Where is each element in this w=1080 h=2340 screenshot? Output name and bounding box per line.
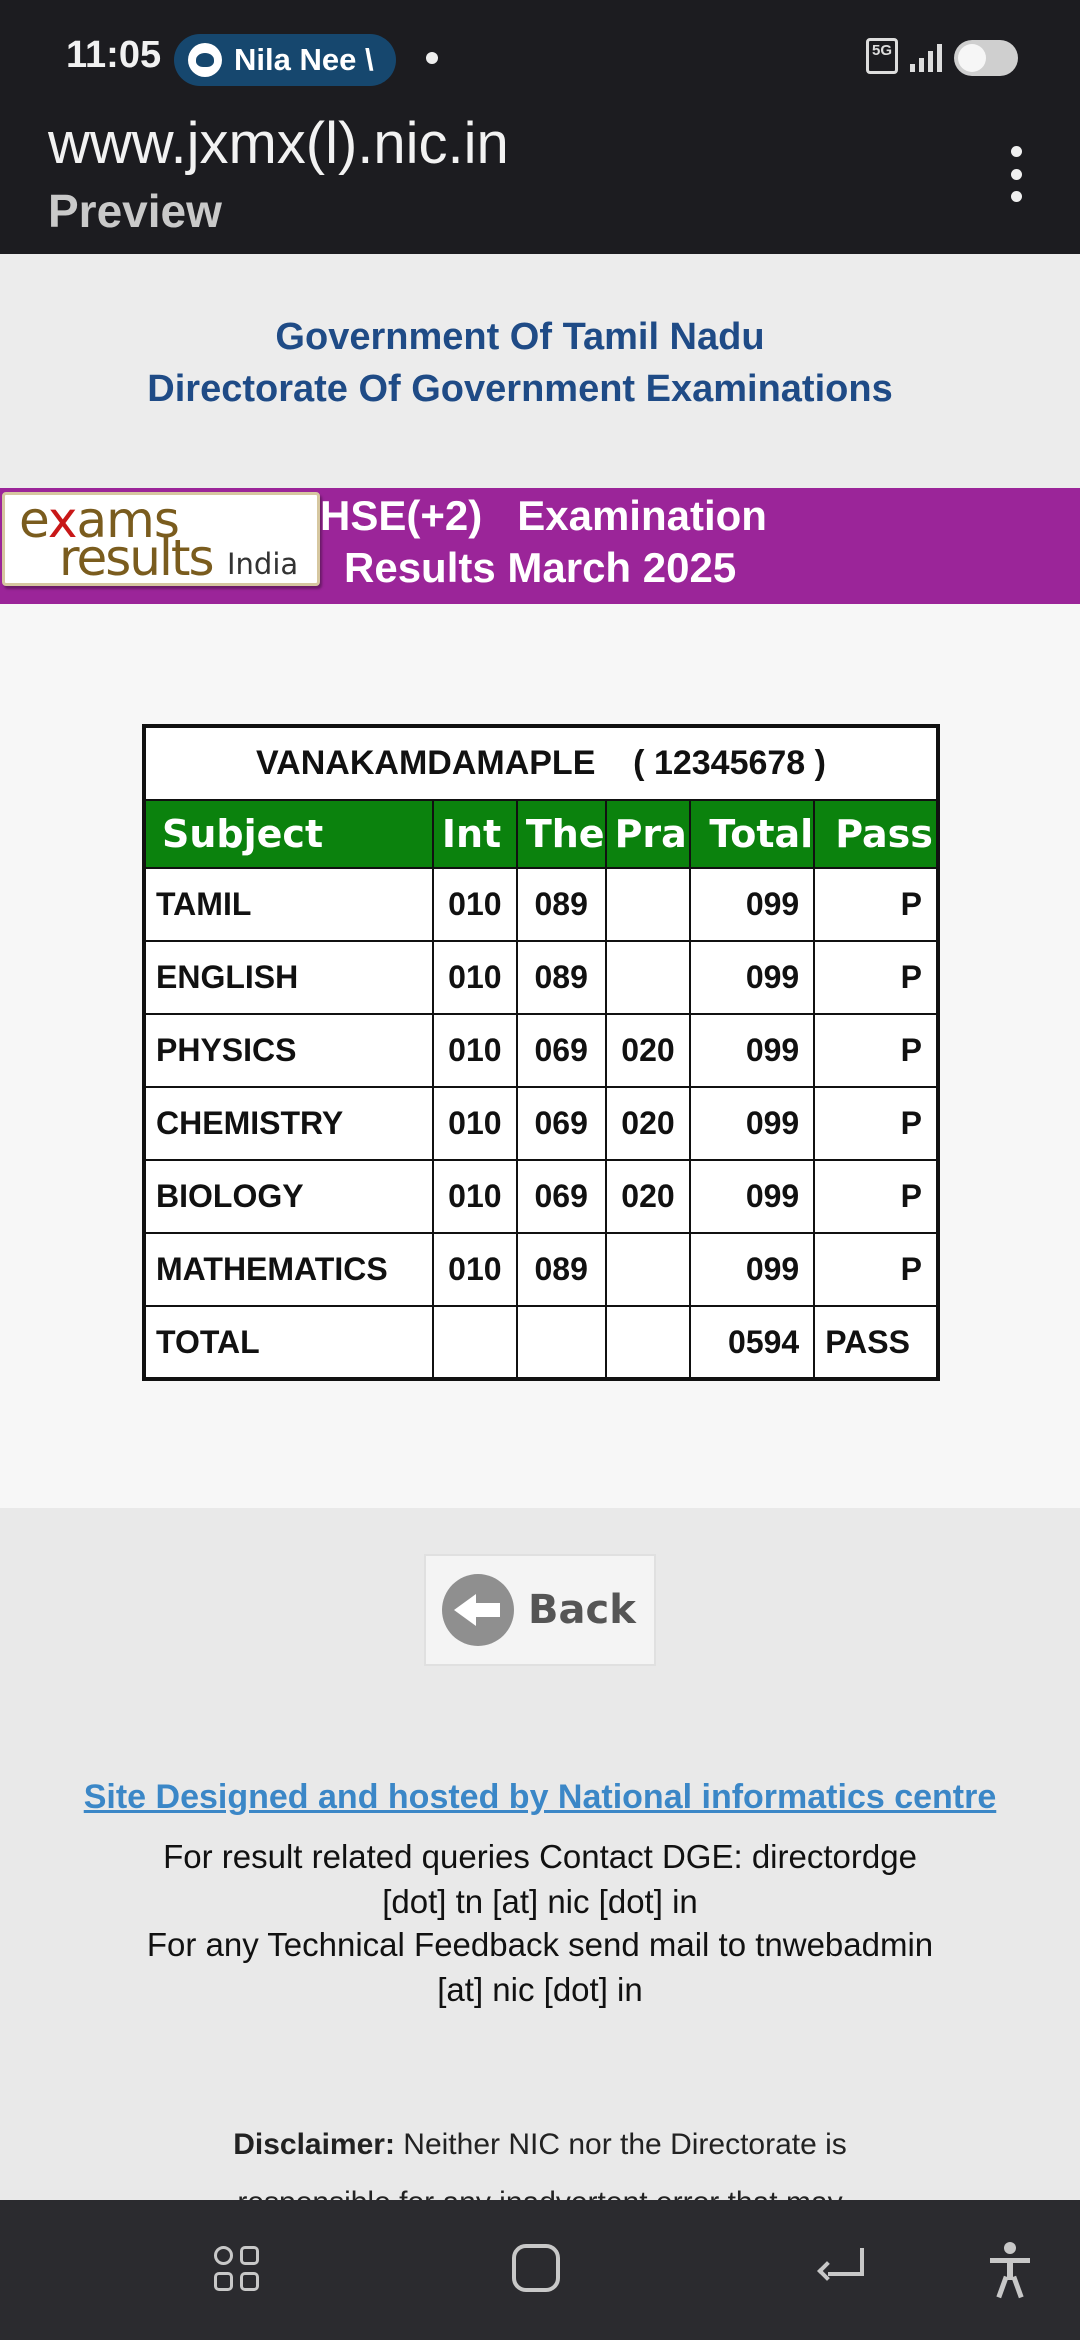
candidate-cell: VANAKAMDAMAPLE ( 12345678 ) xyxy=(143,725,939,801)
cell-the: 089 xyxy=(515,867,607,942)
candidate-row: VANAKAMDAMAPLE ( 12345678 ) xyxy=(143,725,939,801)
cell-subject: MATHEMATICS xyxy=(143,1232,434,1307)
disclaimer-line1: Neither NIC nor the Directorate is xyxy=(403,2128,847,2161)
header-total: Total xyxy=(689,799,816,869)
page-subtitle: Preview xyxy=(48,185,222,237)
site-header: Government Of Tamil Nadu Directorate Of … xyxy=(0,254,1080,488)
cell-total-label: TOTAL xyxy=(143,1305,434,1380)
header-directorate: Directorate Of Government Examinations xyxy=(147,368,893,410)
nic-credit-link[interactable]: Site Designed and hosted by National inf… xyxy=(0,1778,1080,1817)
header-int: Int xyxy=(431,799,518,869)
cell-int: 010 xyxy=(431,1232,518,1307)
cell-int: 010 xyxy=(431,1159,518,1234)
network-5g-icon: 5G xyxy=(866,38,898,74)
table-header-row: Subject Int The Pra Total Pass xyxy=(143,799,939,869)
contact-technical: For any Technical Feedback send mail to … xyxy=(90,1922,990,2012)
cell-int: 010 xyxy=(431,1086,518,1161)
cell-pass: P xyxy=(813,1013,939,1088)
accessibility-icon[interactable] xyxy=(988,2242,1032,2299)
cell-pass: P xyxy=(813,1159,939,1234)
exams-results-india-logo[interactable]: exams results India xyxy=(2,491,320,587)
contact-dge-line2: [dot] tn [at] nic [dot] in xyxy=(382,1883,698,1920)
disclaimer-label: Disclaimer: xyxy=(233,2128,395,2161)
cell-subject: PHYSICS xyxy=(143,1013,434,1088)
cell-pass: P xyxy=(813,1086,939,1161)
cell-total: 099 xyxy=(689,867,816,942)
back-button[interactable]: Back xyxy=(424,1554,656,1666)
cell-pass: P xyxy=(813,867,939,942)
cell-the: 089 xyxy=(515,1232,607,1307)
table-row: CHEMISTRY 010 069 020 099 P xyxy=(143,1086,939,1161)
contact-dge: For result related queries Contact DGE: … xyxy=(90,1834,990,1924)
cell-pra xyxy=(604,940,692,1015)
back-arrow-icon xyxy=(442,1574,514,1646)
cell-pra: 020 xyxy=(604,1159,692,1234)
notification-text: Nila Nee \ xyxy=(234,42,374,77)
header-pass: Pass xyxy=(813,799,939,869)
cell-subject: ENGLISH xyxy=(143,940,434,1015)
cell-the: 069 xyxy=(515,1086,607,1161)
table-row: ENGLISH 010 089 099 P xyxy=(143,940,939,1015)
back-button-label: Back xyxy=(528,1587,636,1633)
cell-pass: P xyxy=(813,1232,939,1307)
notification-dot-icon xyxy=(426,52,438,64)
kebab-menu-icon[interactable] xyxy=(1004,146,1028,202)
signal-strength-icon xyxy=(910,42,946,72)
logo-results-text: results xyxy=(59,529,215,587)
cell-int: 010 xyxy=(431,1013,518,1088)
banner-title-line2: Results March 2025 xyxy=(344,544,737,591)
total-row: TOTAL 0594 PASS xyxy=(143,1305,939,1380)
cell-pra: 020 xyxy=(604,1013,692,1088)
cell-pra xyxy=(604,1232,692,1307)
cell-the: 089 xyxy=(515,940,607,1015)
cell-empty xyxy=(604,1305,692,1380)
notification-pill[interactable]: Nila Nee \ xyxy=(174,34,396,86)
cell-grand-total: 0594 xyxy=(689,1305,816,1380)
results-banner: exams results India HSE(+2) Examination … xyxy=(0,488,1080,604)
header-pra: Pra xyxy=(604,799,692,869)
cell-total: 099 xyxy=(689,1013,816,1088)
logo-india-text: India xyxy=(227,547,299,581)
header-subject: Subject xyxy=(143,799,434,869)
contact-technical-line2: [at] nic [dot] in xyxy=(437,1971,643,2008)
cell-result-status: PASS xyxy=(813,1305,939,1380)
table-row: MATHEMATICS 010 089 099 P xyxy=(143,1232,939,1307)
cell-subject: CHEMISTRY xyxy=(143,1086,434,1161)
home-icon[interactable] xyxy=(512,2244,560,2292)
candidate-name: VANAKAMDAMAPLE xyxy=(256,744,596,782)
banner-title-line1: HSE(+2) Examination xyxy=(320,492,767,539)
contact-dge-line1: For result related queries Contact DGE: … xyxy=(163,1838,917,1875)
header-the: The xyxy=(515,799,607,869)
cell-subject: TAMIL xyxy=(143,867,434,942)
battery-toggle-icon xyxy=(954,40,1018,76)
cell-pra: 020 xyxy=(604,1086,692,1161)
system-nav-bar xyxy=(0,2200,1080,2340)
cell-total: 099 xyxy=(689,940,816,1015)
back-icon[interactable] xyxy=(817,2248,864,2288)
table-row: TAMIL 010 089 099 P xyxy=(143,867,939,942)
page-url[interactable]: www.jxmx(l).nic.in xyxy=(48,110,509,177)
candidate-roll: ( 12345678 ) xyxy=(633,744,826,782)
contact-technical-line1: For any Technical Feedback send mail to … xyxy=(146,1926,934,1963)
table-row: BIOLOGY 010 069 020 099 P xyxy=(143,1159,939,1234)
cell-subject: BIOLOGY xyxy=(143,1159,434,1234)
cell-the: 069 xyxy=(515,1013,607,1088)
cell-int: 010 xyxy=(431,867,518,942)
status-time: 11:05 xyxy=(66,34,162,76)
cell-empty xyxy=(431,1305,518,1380)
cell-total: 099 xyxy=(689,1159,816,1234)
recents-icon[interactable] xyxy=(214,2246,262,2294)
header-government: Government Of Tamil Nadu xyxy=(275,316,765,358)
table-row: PHYSICS 010 069 020 099 P xyxy=(143,1013,939,1088)
notification-app-icon xyxy=(188,43,222,77)
cell-total: 099 xyxy=(689,1232,816,1307)
cell-empty xyxy=(515,1305,607,1380)
result-table: VANAKAMDAMAPLE ( 12345678 ) Subject Int … xyxy=(142,724,940,1381)
cell-int: 010 xyxy=(431,940,518,1015)
cell-pass: P xyxy=(813,940,939,1015)
browser-header: 11:05 Nila Nee \ 5G www.jxmx(l).nic.in P… xyxy=(0,0,1080,254)
cell-the: 069 xyxy=(515,1159,607,1234)
cell-pra xyxy=(604,867,692,942)
cell-total: 099 xyxy=(689,1086,816,1161)
